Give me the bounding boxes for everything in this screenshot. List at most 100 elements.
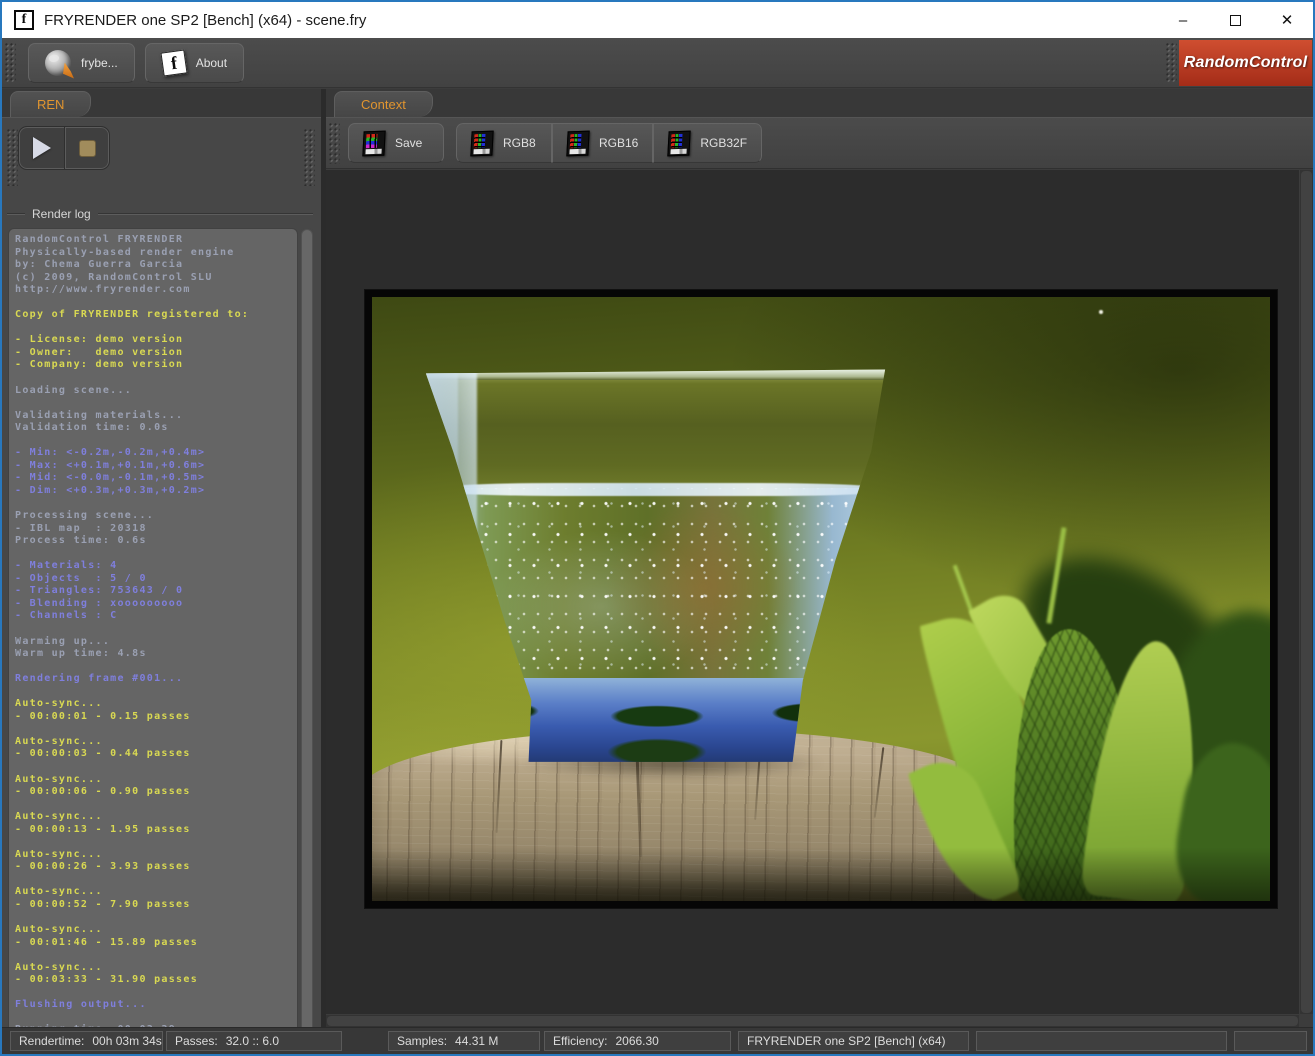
log-line: Auto-sync... (15, 924, 297, 937)
minimize-button[interactable]: – (1157, 2, 1209, 38)
context-panel: Context Save RGB8 RGB16 (326, 89, 1313, 1027)
logo-gripper[interactable] (1165, 42, 1177, 83)
log-line: by: Chema Guerra Garcia (15, 259, 297, 272)
divider (98, 213, 313, 215)
log-line: RandomControl FRYRENDER (15, 234, 297, 247)
right-gripper[interactable] (303, 128, 315, 186)
log-vertical-scrollbar[interactable] (300, 228, 314, 1040)
render-stop-button[interactable] (64, 127, 109, 169)
tab-ren[interactable]: REN (10, 91, 91, 117)
log-line: - 00:03:33 - 31.90 passes (15, 974, 297, 987)
main-area: REN Render log RandomControl FRYRENDERPh… (2, 89, 1313, 1027)
log-line: - Triangles: 753643 / 0 (15, 585, 297, 598)
log-line: - 00:00:03 - 0.44 passes (15, 748, 297, 761)
context-toolbar-gripper[interactable] (328, 122, 340, 164)
render-panel-body: Render log RandomControl FRYRENDERPhysic… (2, 117, 321, 1027)
close-button[interactable]: ✕ (1261, 2, 1313, 38)
log-line: Validation time: 0.0s (15, 422, 297, 435)
save-label: Save (395, 136, 422, 150)
log-line: - Min: <-0.2m,-0.2m,+0.4m> (15, 447, 297, 460)
rgb-button-group: RGB8 RGB16 RGB32F (456, 123, 762, 163)
window-title: FRYRENDER one SP2 [Bench] (x64) - scene.… (44, 12, 366, 29)
rgb8-button[interactable]: RGB8 (456, 123, 552, 163)
log-line: Flushing output... (15, 999, 297, 1012)
play-icon (33, 137, 51, 159)
log-line: - 00:00:13 - 1.95 passes (15, 824, 297, 837)
about-label: About (196, 56, 227, 70)
rgb-film-icon (668, 130, 691, 156)
save-image-icon (362, 130, 385, 156)
randomcontrol-logo: RandomControl (1179, 40, 1312, 86)
log-line: Auto-sync... (15, 886, 297, 899)
rgb-film-icon (470, 130, 493, 156)
rgb16-button[interactable]: RGB16 (552, 123, 653, 163)
main-toolbar: frybe... f About RandomControl (2, 38, 1313, 88)
log-line: Auto-sync... (15, 811, 297, 824)
log-line (15, 987, 297, 1000)
log-line (15, 836, 297, 849)
water-glass (426, 369, 888, 765)
app-icon: f (14, 10, 34, 30)
log-line: Auto-sync... (15, 698, 297, 711)
render-log-group: Render log (2, 206, 321, 222)
status-samples: Samples: 44.31 M (388, 1031, 540, 1051)
log-line: Warm up time: 4.8s (15, 648, 297, 661)
water-bubbles (426, 488, 888, 686)
log-line: (c) 2009, RandomControl SLU (15, 272, 297, 285)
log-line (15, 297, 297, 310)
log-line: - Blending : xooooooooo (15, 598, 297, 611)
scrollbar-thumb[interactable] (301, 229, 313, 1039)
render-start-button[interactable] (19, 127, 64, 169)
rgb32f-label: RGB32F (700, 136, 747, 150)
log-line: Auto-sync... (15, 962, 297, 975)
scrollbar-thumb[interactable] (1301, 171, 1312, 1013)
frybender-button[interactable]: frybe... (28, 43, 135, 83)
scrollbar-thumb[interactable] (327, 1016, 1298, 1026)
log-line: - 00:01:46 - 15.89 passes (15, 937, 297, 950)
log-line: - 00:00:01 - 0.15 passes (15, 711, 297, 724)
render-viewport[interactable] (326, 170, 1299, 1014)
rendered-image (365, 290, 1277, 908)
title-bar[interactable]: f FRYRENDER one SP2 [Bench] (x64) - scen… (2, 2, 1313, 38)
status-passes: Passes: 32.0 :: 6.0 (166, 1031, 342, 1051)
left-gripper[interactable] (6, 128, 18, 186)
divider (7, 213, 25, 215)
rgb32f-button[interactable]: RGB32F (653, 123, 762, 163)
log-line (15, 723, 297, 736)
tab-context[interactable]: Context (334, 91, 433, 117)
viewport-vertical-scrollbar[interactable] (1300, 170, 1313, 1014)
render-log[interactable]: RandomControl FRYRENDERPhysically-based … (8, 228, 298, 1040)
log-line: http://www.fryrender.com (15, 284, 297, 297)
save-button[interactable]: Save (348, 123, 444, 163)
log-line: - Channels : C (15, 610, 297, 623)
glass-upper (426, 369, 888, 492)
log-line: Physically-based render engine (15, 247, 297, 260)
log-line (15, 322, 297, 335)
status-efficiency: Efficiency: 2066.30 (544, 1031, 731, 1051)
app-window: f FRYRENDER one SP2 [Bench] (x64) - scen… (0, 0, 1315, 1056)
log-line: - Dim: <+0.3m,+0.3m,+0.2m> (15, 485, 297, 498)
status-empty (1234, 1031, 1307, 1051)
context-tabstrip: Context (326, 89, 1313, 117)
log-line (15, 372, 297, 385)
log-line: - Objects : 5 / 0 (15, 573, 297, 586)
wood-crack (495, 740, 502, 833)
render-transport (18, 126, 110, 170)
about-button[interactable]: f About (145, 43, 244, 83)
log-line: - Materials: 4 (15, 560, 297, 573)
log-line (15, 623, 297, 636)
log-line (15, 799, 297, 812)
log-line: Auto-sync... (15, 849, 297, 862)
log-line: - 00:00:06 - 0.90 passes (15, 786, 297, 799)
toolbar-gripper[interactable] (4, 42, 16, 83)
dust-speck (1099, 310, 1103, 314)
log-line (15, 1012, 297, 1025)
status-rendertime: Rendertime: 00h 03m 34s (10, 1031, 163, 1051)
log-line (15, 949, 297, 962)
maximize-button[interactable] (1209, 2, 1261, 38)
status-app-name: FRYRENDER one SP2 [Bench] (x64) (738, 1031, 969, 1051)
render-panel: REN Render log RandomControl FRYRENDERPh… (2, 89, 321, 1027)
viewport-horizontal-scrollbar[interactable] (326, 1015, 1299, 1027)
glass-rim (426, 369, 888, 379)
log-line: - 00:00:26 - 3.93 passes (15, 861, 297, 874)
